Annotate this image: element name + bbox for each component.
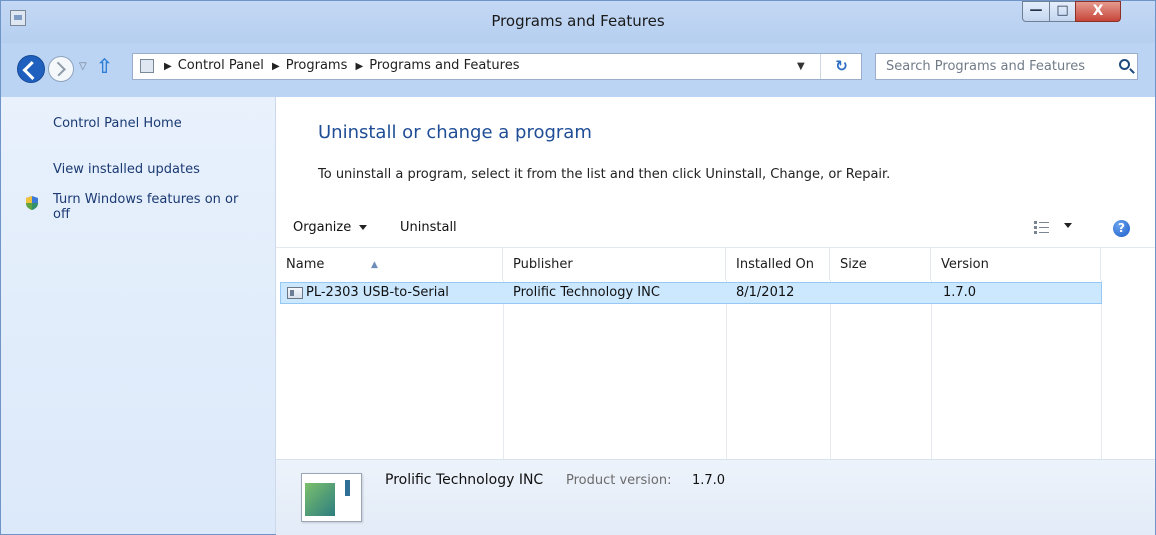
details-version: 1.7.0 bbox=[692, 473, 726, 488]
refresh-button[interactable]: ↻ bbox=[820, 54, 862, 79]
programs-table: Name ▲ Publisher Installed On Size Versio… bbox=[276, 247, 1155, 460]
column-header-name[interactable]: Name ▲ bbox=[276, 248, 503, 280]
view-options-icon[interactable] bbox=[1034, 221, 1049, 235]
close-button[interactable]: X bbox=[1075, 1, 1121, 22]
forward-button[interactable] bbox=[48, 56, 74, 82]
close-icon: X bbox=[1092, 3, 1104, 19]
breadcrumb-separator[interactable]: ▶ bbox=[164, 61, 172, 72]
column-header-label: Name bbox=[286, 257, 325, 272]
programs-and-features-window: Programs and Features — □ X ▽ ⇧ ▶ Control… bbox=[0, 0, 1156, 535]
minimize-button[interactable]: — bbox=[1022, 1, 1050, 22]
control-panel-location-icon bbox=[140, 59, 154, 73]
breadcrumb-separator[interactable]: ▶ bbox=[272, 61, 280, 72]
view-dropdown-icon[interactable] bbox=[1064, 223, 1072, 228]
column-divider bbox=[1101, 280, 1102, 460]
cell-publisher: Prolific Technology INC bbox=[513, 285, 660, 300]
minimize-icon: — bbox=[1029, 3, 1043, 18]
organize-label: Organize bbox=[293, 220, 352, 235]
column-divider bbox=[503, 280, 504, 460]
window-title: Programs and Features bbox=[491, 12, 665, 30]
cell-installed-on: 8/1/2012 bbox=[736, 285, 795, 300]
chevron-down-icon bbox=[359, 225, 368, 230]
breadcrumb: ▶ Control Panel ▶ Programs ▶ Programs and F… bbox=[160, 58, 519, 73]
maximize-icon: □ bbox=[1056, 3, 1069, 18]
address-bar[interactable]: ▶ Control Panel ▶ Programs ▶ Programs and F… bbox=[132, 53, 862, 80]
details-pane: Prolific Technology INC Product version:… bbox=[276, 459, 1155, 535]
column-header-publisher[interactable]: Publisher bbox=[503, 248, 726, 280]
breadcrumb-programs-and-features[interactable]: Programs and Features bbox=[369, 58, 519, 73]
program-icon bbox=[287, 287, 303, 299]
uninstall-button[interactable]: Uninstall bbox=[400, 220, 457, 235]
recent-locations-dropdown[interactable]: ▽ bbox=[79, 61, 87, 72]
cell-version: 1.7.0 bbox=[943, 285, 977, 300]
navigation-bar: ▽ ⇧ ▶ Control Panel ▶ Programs ▶ Programs a… bbox=[1, 43, 1155, 97]
help-icon[interactable]: ? bbox=[1113, 220, 1130, 237]
shield-icon bbox=[26, 196, 38, 210]
table-row[interactable]: PL-2303 USB-to-Serial Prolific Technolog… bbox=[280, 282, 1102, 304]
sidebar-item-view-installed-updates[interactable]: View installed updates bbox=[53, 162, 200, 177]
command-toolbar: Organize Uninstall ? bbox=[276, 212, 1155, 246]
search-box[interactable]: Search Programs and Features bbox=[875, 53, 1138, 80]
column-divider bbox=[931, 280, 932, 460]
breadcrumb-control-panel[interactable]: Control Panel bbox=[178, 58, 264, 73]
title-bar[interactable]: Programs and Features — □ X bbox=[1, 1, 1155, 43]
back-button[interactable] bbox=[17, 55, 45, 83]
main-content: Uninstall or change a program To uninsta… bbox=[276, 97, 1155, 535]
address-dropdown-icon[interactable]: ▼ bbox=[797, 61, 809, 73]
page-title: Uninstall or change a program bbox=[318, 122, 592, 143]
search-input[interactable]: Search Programs and Features bbox=[886, 59, 1085, 74]
column-header-size[interactable]: Size bbox=[830, 248, 931, 280]
page-description: To uninstall a program, select it from t… bbox=[318, 167, 891, 182]
program-large-icon bbox=[301, 473, 362, 522]
breadcrumb-programs[interactable]: Programs bbox=[286, 58, 348, 73]
sort-ascending-icon: ▲ bbox=[371, 260, 378, 270]
column-divider bbox=[830, 280, 831, 460]
sidebar-item-windows-features[interactable]: Turn Windows features on or off bbox=[53, 192, 258, 222]
sidebar-item-control-panel-home[interactable]: Control Panel Home bbox=[53, 116, 182, 131]
search-icon[interactable] bbox=[1119, 59, 1130, 70]
sidebar: Control Panel Home View installed update… bbox=[1, 97, 276, 534]
organize-button[interactable]: Organize bbox=[293, 220, 368, 235]
column-divider bbox=[726, 280, 727, 460]
details-publisher: Prolific Technology INC bbox=[385, 472, 544, 488]
up-button[interactable]: ⇧ bbox=[96, 54, 113, 78]
breadcrumb-separator[interactable]: ▶ bbox=[356, 61, 364, 72]
details-version-label: Product version: bbox=[566, 473, 672, 488]
column-header-installed-on[interactable]: Installed On bbox=[726, 248, 830, 280]
cell-name: PL-2303 USB-to-Serial bbox=[306, 285, 449, 300]
column-header-version[interactable]: Version bbox=[931, 248, 1101, 280]
maximize-button[interactable]: □ bbox=[1049, 1, 1076, 22]
